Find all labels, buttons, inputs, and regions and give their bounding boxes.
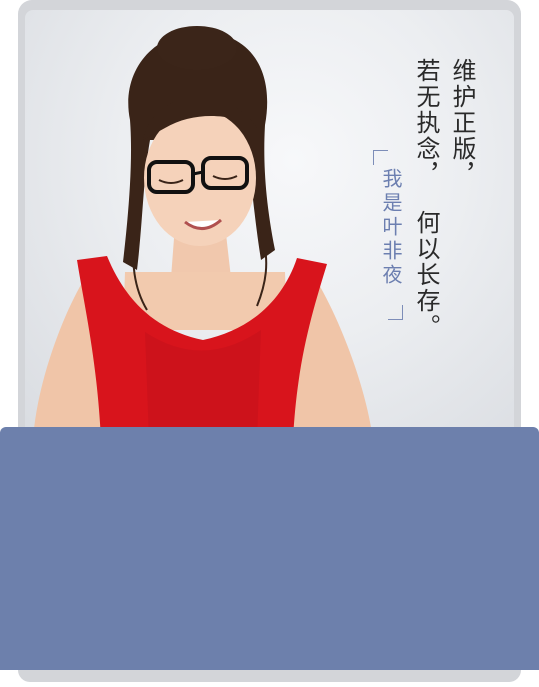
card-bottom-edge bbox=[18, 670, 521, 682]
poem-line-2: 若无执念， bbox=[412, 58, 440, 188]
poem-line-1: 维护正版， bbox=[448, 58, 476, 188]
promo-card: 维护正版， 若无执念， 何以长存。 我是叶非夜 bbox=[0, 0, 539, 687]
brand-signature: 我是叶非夜 bbox=[373, 150, 403, 320]
poem-line-3: 何以长存。 bbox=[412, 210, 440, 340]
blue-content-panel bbox=[0, 427, 539, 670]
author-portrait bbox=[33, 26, 373, 440]
author-photo: 维护正版， 若无执念， 何以长存。 我是叶非夜 bbox=[25, 10, 514, 440]
bracket-close-icon bbox=[388, 305, 403, 320]
brand-text: 我是叶非夜 bbox=[379, 168, 403, 288]
bracket-open-icon bbox=[373, 150, 388, 165]
